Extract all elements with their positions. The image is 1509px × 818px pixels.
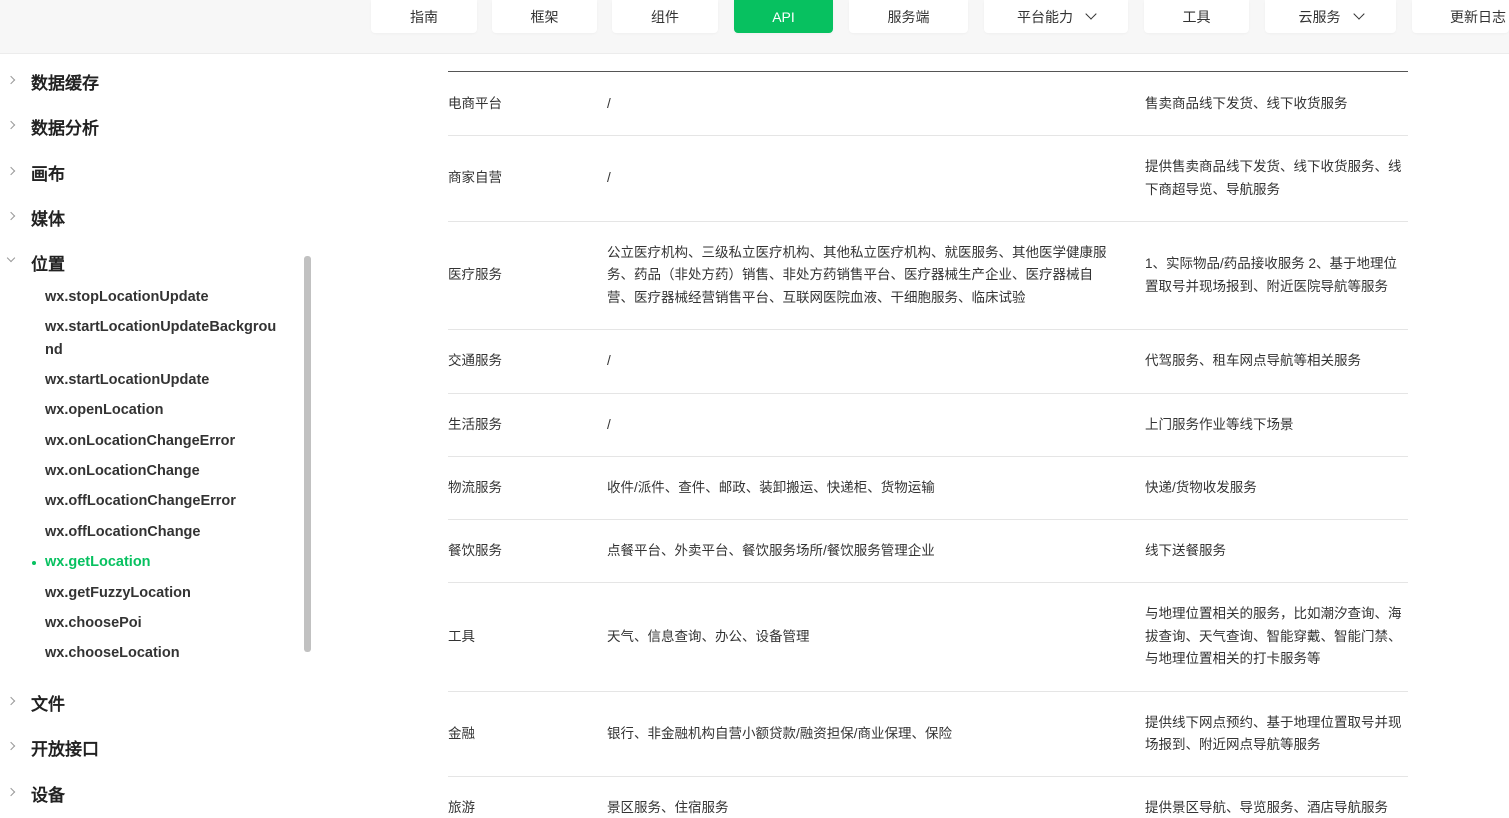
chevron-right-icon	[6, 211, 16, 221]
sidebar-item-start-location-update[interactable]: wx.startLocationUpdate	[45, 369, 280, 392]
cell-subjects: /	[607, 95, 611, 111]
top-nav: 指南 框架 组件 API 服务端 平台能力 工具 云服务 更新日志	[0, 0, 1509, 54]
nav-guide[interactable]: 指南	[371, 0, 477, 33]
category-label: 媒体	[31, 209, 65, 229]
nav-components[interactable]: 组件	[612, 0, 718, 33]
nav-label: API	[772, 8, 795, 25]
cell-category: 工具	[448, 628, 475, 644]
cell-category: 金融	[448, 725, 475, 741]
table-row: 工具 天气、信息查询、办公、设备管理 与地理位置相关的服务，比如潮汐查询、海拔查…	[448, 583, 1408, 692]
table-header-divider	[448, 71, 1408, 72]
cell-subjects: /	[607, 416, 611, 432]
cell-scene: 代驾服务、租车网点导航等相关服务	[1145, 353, 1361, 369]
table-row: 商家自营 / 提供售卖商品线下发货、线下收货服务、线下商超导览、导航服务	[448, 136, 1408, 222]
table-row: 医疗服务 公立医疗机构、三级私立医疗机构、其他私立医疗机构、就医服务、其他医学健…	[448, 222, 1408, 330]
cell-scene: 快递/货物收发服务	[1145, 479, 1257, 495]
nav-label: 云服务	[1298, 8, 1341, 25]
chevron-right-icon	[6, 75, 16, 85]
sidebar-item-choose-poi[interactable]: wx.choosePoi	[45, 612, 280, 635]
sidebar-item-get-fuzzy-location[interactable]: wx.getFuzzyLocation	[45, 582, 280, 605]
chevron-down-icon	[1352, 8, 1365, 20]
cell-category: 餐饮服务	[448, 542, 502, 558]
category-label: 数据缓存	[31, 73, 99, 93]
nav-server[interactable]: 服务端	[849, 0, 968, 33]
sidebar-item-start-location-update-background[interactable]: wx.startLocationUpdateBackground	[45, 316, 280, 362]
sidebar-item-on-location-change-error[interactable]: wx.onLocationChangeError	[45, 430, 280, 453]
table-row: 电商平台 / 售卖商品线下发货、线下收货服务	[448, 73, 1408, 136]
nav-api[interactable]: API	[734, 0, 833, 33]
table-row: 物流服务 收件/派件、查件、邮政、装卸搬运、快递柜、货物运输 快递/货物收发服务	[448, 457, 1408, 520]
category-label: 数据分析	[31, 118, 99, 138]
cell-scene: 上门服务作业等线下场景	[1145, 416, 1294, 432]
cell-scene: 与地理位置相关的服务，比如潮汐查询、海拔查询、天气查询、智能穿戴、智能门禁、与地…	[1145, 606, 1402, 667]
cell-subjects: 银行、非金融机构自营小额贷款/融资担保/商业保理、保险	[607, 725, 953, 741]
table-row: 交通服务 / 代驾服务、租车网点导航等相关服务	[448, 330, 1408, 394]
cell-subjects: /	[607, 353, 611, 369]
table-row: 旅游 景区服务、住宿服务 提供景区导航、导览服务、酒店导航服务	[448, 777, 1408, 818]
sidebar: 数据缓存 数据分析 画布 媒体 位置 wx.stopLocationUpdate…	[0, 55, 305, 818]
cell-subjects: 景区服务、住宿服务	[607, 799, 729, 815]
sidebar-item-open-location[interactable]: wx.openLocation	[45, 399, 280, 422]
cell-category: 交通服务	[448, 353, 502, 369]
category-label: 画布	[31, 164, 65, 184]
nav-label: 服务端	[887, 8, 930, 25]
nav-tools[interactable]: 工具	[1144, 0, 1249, 33]
cell-category: 生活服务	[448, 416, 502, 432]
chevron-down-icon	[6, 253, 16, 263]
sidebar-item-stop-location-update[interactable]: wx.stopLocationUpdate	[45, 286, 280, 309]
chevron-right-icon	[6, 741, 16, 751]
category-label: 位置	[31, 254, 65, 274]
sidebar-item-label: wx.getLocation	[45, 554, 151, 570]
nav-cloud[interactable]: 云服务	[1265, 0, 1396, 33]
table-row: 金融 银行、非金融机构自营小额贷款/融资担保/商业保理、保险 提供线下网点预约、…	[448, 692, 1408, 777]
sidebar-item-choose-location[interactable]: wx.chooseLocation	[45, 642, 280, 665]
category-label: 文件	[31, 694, 65, 714]
nav-label: 组件	[651, 8, 679, 25]
cell-subjects: 公立医疗机构、三级私立医疗机构、其他私立医疗机构、就医服务、其他医学健康服务、药…	[607, 244, 1107, 305]
chevron-right-icon	[6, 166, 16, 176]
sidebar-item-get-location[interactable]: wx.getLocation	[32, 551, 280, 574]
sidebar-item-off-location-change-error[interactable]: wx.offLocationChangeError	[45, 490, 280, 513]
nav-label: 工具	[1182, 8, 1211, 25]
cell-scene: 提供售卖商品线下发货、线下收货服务、线下商超导览、导航服务	[1145, 159, 1402, 197]
nav-label: 指南	[410, 8, 438, 25]
nav-label: 平台能力	[1017, 8, 1073, 25]
category-label: 设备	[31, 785, 65, 805]
cell-category: 旅游	[448, 799, 475, 815]
sidebar-item-on-location-change[interactable]: wx.onLocationChange	[45, 460, 280, 483]
cell-scene: 提供线下网点预约、基于地理位置取号并现场报到、附近网点导航等服务	[1145, 714, 1402, 753]
nav-label: 框架	[530, 8, 559, 25]
chevron-right-icon	[6, 787, 16, 797]
cell-subjects: 天气、信息查询、办公、设备管理	[607, 628, 810, 644]
cell-scene: 1、实际物品/药品接收服务 2、基于地理位置取号并现场报到、附近医院导航等服务	[1145, 256, 1398, 294]
cell-category: 电商平台	[448, 95, 502, 111]
cell-category: 医疗服务	[448, 267, 502, 283]
cell-subjects: 点餐平台、外卖平台、餐饮服务场所/餐饮服务管理企业	[607, 542, 935, 558]
cell-scene: 提供景区导航、导览服务、酒店导航服务	[1145, 799, 1388, 815]
table-row: 餐饮服务 点餐平台、外卖平台、餐饮服务场所/餐饮服务管理企业 线下送餐服务	[448, 520, 1408, 583]
table-row: 生活服务 / 上门服务作业等线下场景	[448, 394, 1408, 457]
nav-platform-capability[interactable]: 平台能力	[984, 0, 1128, 33]
nav-label: 更新日志	[1450, 8, 1506, 25]
cell-subjects: /	[607, 170, 611, 186]
cell-subjects: 收件/派件、查件、邮政、装卸搬运、快递柜、货物运输	[607, 479, 935, 495]
cell-category: 物流服务	[448, 479, 502, 495]
chevron-right-icon	[6, 120, 16, 130]
chevron-down-icon	[1085, 8, 1097, 20]
cell-category: 商家自营	[448, 170, 502, 186]
cell-scene: 售卖商品线下发货、线下收货服务	[1145, 95, 1348, 111]
chevron-right-icon	[6, 696, 16, 706]
sidebar-scrollbar[interactable]	[304, 256, 311, 652]
cell-scene: 线下送餐服务	[1145, 542, 1226, 558]
active-dot-icon	[32, 561, 36, 565]
nav-framework[interactable]: 框架	[492, 0, 597, 33]
category-label: 开放接口	[31, 739, 99, 759]
sidebar-item-off-location-change[interactable]: wx.offLocationChange	[45, 521, 280, 544]
nav-changelog[interactable]: 更新日志	[1412, 0, 1509, 33]
